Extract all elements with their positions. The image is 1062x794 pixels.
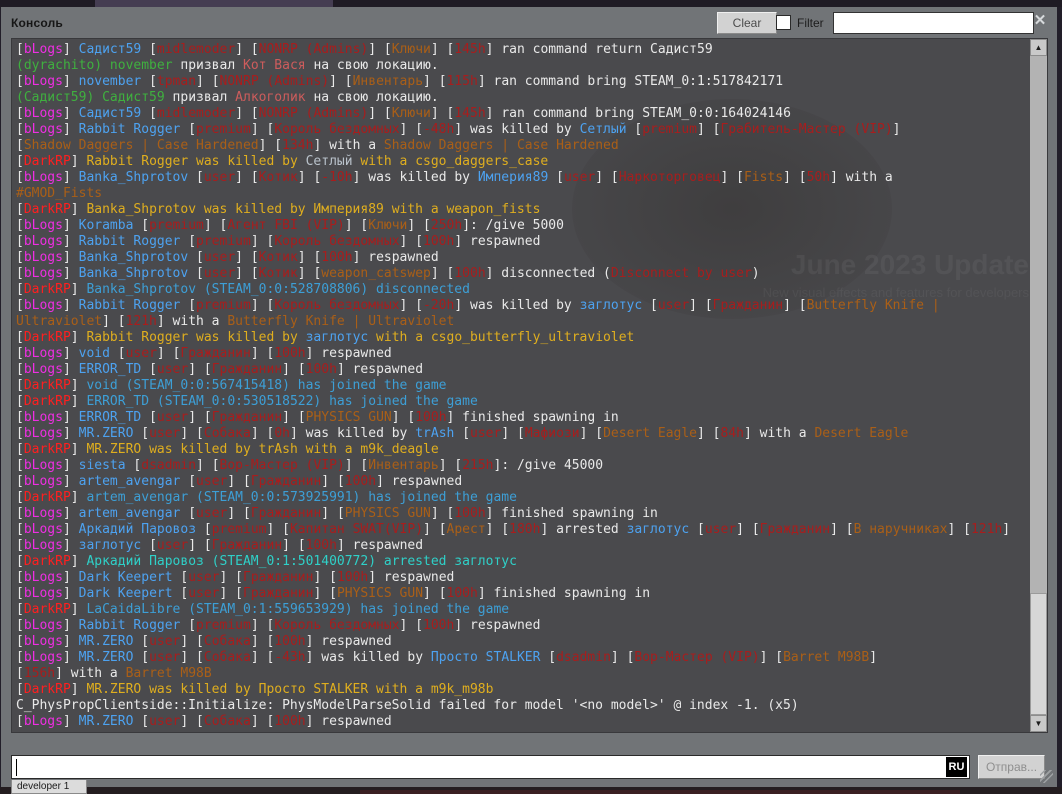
log-line: [bLogs] MR.ZERO [user] [Собака] [100h] r… xyxy=(16,634,1030,650)
log-line: [bLogs] Dark Keepert [user] [Гражданин] … xyxy=(16,570,1030,586)
log-line: [bLogs] Rabbit Rogger [premium] [Король … xyxy=(16,298,1030,314)
log-line: [DarkRP] MR.ZERO was killed by trAsh wit… xyxy=(16,442,1030,458)
title-bar[interactable]: Консоль Clear Filter ✕ xyxy=(1,7,1057,38)
submit-button[interactable]: Отправ... xyxy=(978,755,1045,779)
log-line: [bLogs] siesta [dsadmin] [Вор-Мастер (VI… xyxy=(16,458,1030,474)
log-line: [bLogs] artem_avengar [user] [Гражданин]… xyxy=(16,474,1030,490)
log-line: [DarkRP] Banka_Shprotov (STEAM_0:0:52870… xyxy=(16,282,1030,298)
log-line: (dyrachito) november призвал Кот Вася на… xyxy=(16,58,1030,74)
log-line: [bLogs] Banka_Shprotov [user] [Котик] [w… xyxy=(16,266,1030,282)
log-line: [bLogs] void [user] [Гражданин] [100h] r… xyxy=(16,346,1030,362)
log-line: [bLogs] Садист59 [midlemoder] [NONRP (Ad… xyxy=(16,42,1030,58)
filter-input[interactable] xyxy=(833,12,1034,34)
log-line: [DarkRP] Banka_Shprotov was killed by Им… xyxy=(16,202,1030,218)
log-line: [bLogs] Koramba [premium] [Агент FBI (VI… xyxy=(16,218,1030,234)
filter-label: Filter xyxy=(797,16,824,30)
filter-checkbox[interactable] xyxy=(776,15,791,30)
log-line: #GMOD_Fists xyxy=(16,186,1030,202)
log-line: [DarkRP] MR.ZERO was killed by Просто ST… xyxy=(16,682,1030,698)
log-line: [bLogs] Аркадий Паровоз [premium] [Капит… xyxy=(16,522,1030,538)
console-log[interactable]: [bLogs] Садист59 [midlemoder] [NONRP (Ad… xyxy=(12,39,1030,732)
log-line: [bLogs] november [tpman] [NONRP (Admins)… xyxy=(16,74,1030,90)
log-line: (Садист59) Садист59 призвал Алкоголик на… xyxy=(16,90,1030,106)
scroll-up-icon[interactable]: ▲ xyxy=(1030,39,1047,56)
log-line: [bLogs] MR.ZERO [user] [Собака] [-43h] w… xyxy=(16,650,1030,666)
log-line: [bLogs] MR.ZERO [user] [Собака] [100h] r… xyxy=(16,714,1030,730)
log-line: [bLogs] Rabbit Rogger [premium] [Король … xyxy=(16,122,1030,138)
scroll-down-icon[interactable]: ▼ xyxy=(1030,715,1047,732)
log-line: [bLogs] заглотус [user] [Гражданин] [100… xyxy=(16,538,1030,554)
log-line: [bLogs] Садист59 [midlemoder] [NONRP (Ad… xyxy=(16,106,1030,122)
log-line: [bLogs] MR.ZERO [user] [Собака] [0h] was… xyxy=(16,426,1030,442)
log-line: [DarkRP] LaCaidaLibre (STEAM_0:1:5596539… xyxy=(16,602,1030,618)
log-line: [DarkRP] Аркадий Паровоз (STEAM_0:1:5014… xyxy=(16,554,1030,570)
close-icon[interactable]: ✕ xyxy=(1031,12,1049,30)
log-line: C_PhysPropClientside::Initialize: PhysMo… xyxy=(16,698,1030,714)
log-line: [bLogs] Banka_Shprotov [user] [Котик] [-… xyxy=(16,170,1030,186)
resize-grip[interactable] xyxy=(1040,770,1053,783)
log-line: [bLogs] Rabbit Rogger [premium] [Король … xyxy=(16,234,1030,250)
log-line: [Shadow Daggers | Case Hardened] [134h] … xyxy=(16,138,1030,154)
log-line: [bLogs] Dark Keepert [user] [Гражданин] … xyxy=(16,586,1030,602)
developer-tab[interactable]: developer 1 xyxy=(11,780,87,794)
log-line: [DarkRP] Rabbit Rogger was killed by Сет… xyxy=(16,154,1030,170)
window-title: Консоль xyxy=(11,16,63,30)
log-line: [bLogs] ERROR_TD [user] [Гражданин] [PHY… xyxy=(16,410,1030,426)
background-bottom-strip xyxy=(0,787,1062,794)
log-line: [bLogs] artem_avengar [user] [Гражданин]… xyxy=(16,506,1030,522)
background-bottom-strip-highlight xyxy=(360,790,960,794)
background-top-strip xyxy=(0,0,1062,7)
console-panel: June 2023 Update New visual effects and … xyxy=(11,38,1048,733)
log-line: [DarkRP] Rabbit Rogger was killed by заг… xyxy=(16,330,1030,346)
clear-button[interactable]: Clear xyxy=(717,12,777,34)
log-line: [DarkRP] void (STEAM_0:0:567415418) has … xyxy=(16,378,1030,394)
keyboard-layout-badge: RU xyxy=(946,757,967,777)
log-line: [156h] with a Barret M98B xyxy=(16,666,1030,682)
scrollbar-thumb[interactable] xyxy=(1030,593,1047,715)
background-top-strip-highlight xyxy=(95,0,333,7)
console-window: Консоль Clear Filter ✕ June 2023 Update … xyxy=(1,7,1057,787)
scrollbar[interactable]: ▲ ▼ xyxy=(1030,39,1047,732)
text-caret xyxy=(16,759,17,776)
log-line: [bLogs] Banka_Shprotov [user] [Котик] [1… xyxy=(16,250,1030,266)
command-input[interactable]: RU xyxy=(11,755,970,779)
log-line: [DarkRP] artem_avengar (STEAM_0:0:573925… xyxy=(16,490,1030,506)
log-line: [bLogs] Rabbit Rogger [premium] [Король … xyxy=(16,618,1030,634)
log-line: [bLogs] ERROR_TD [user] [Гражданин] [100… xyxy=(16,362,1030,378)
log-line: Ultraviolet] [121h] with a Butterfly Kni… xyxy=(16,314,1030,330)
log-line: [DarkRP] ERROR_TD (STEAM_0:0:530518522) … xyxy=(16,394,1030,410)
